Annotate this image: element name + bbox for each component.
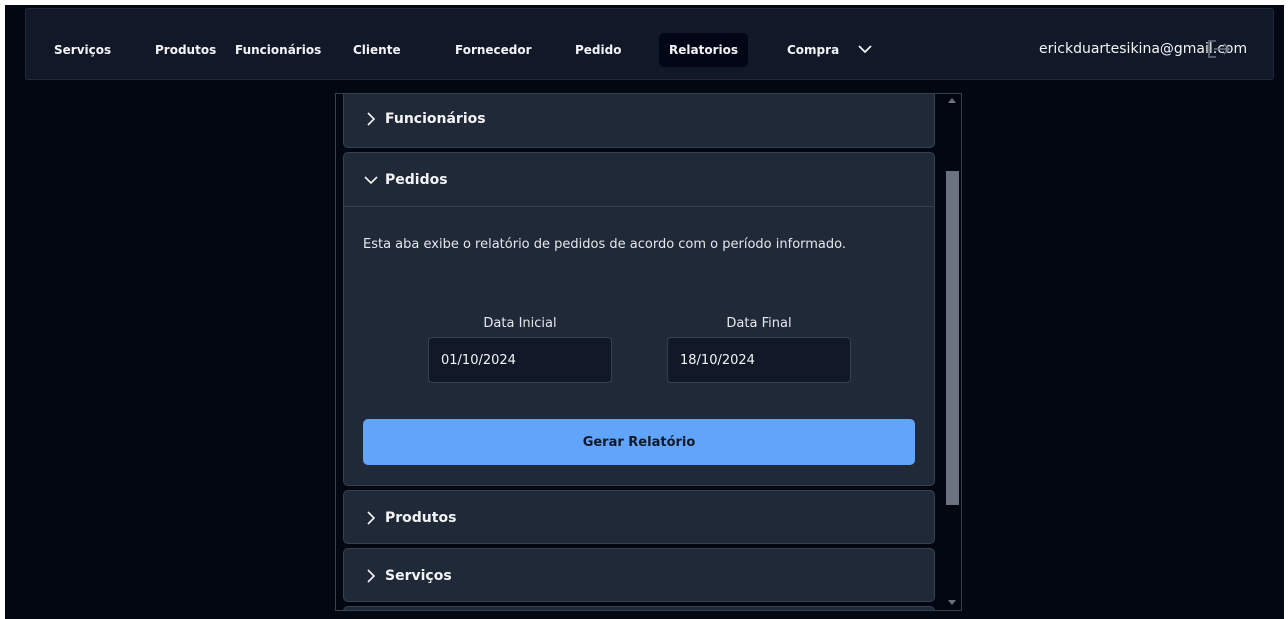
nav-item-relatorios[interactable]: Relatorios [659, 33, 748, 67]
accordion-title-funcionarios: Funcionários [385, 111, 486, 127]
accordion-title-servicos: Serviços [385, 568, 452, 584]
accordion-divider [344, 206, 934, 207]
end-date-input[interactable] [667, 337, 851, 383]
accordion-header-servicos[interactable]: Serviços [344, 549, 934, 603]
accordion-title-pedidos: Pedidos [385, 172, 448, 188]
top-navbar: Serviços Produtos Funcionários Cliente F… [25, 8, 1274, 80]
panel-scrollbar[interactable] [943, 94, 961, 610]
start-date-label: Data Inicial [483, 316, 557, 331]
accordion-header-funcionarios[interactable]: Funcionários [344, 94, 934, 146]
scroll-down-icon[interactable] [948, 600, 956, 605]
nav-item-servicos[interactable]: Serviços [54, 33, 111, 67]
chevron-down-icon [364, 176, 378, 185]
accordion-title-produtos: Produtos [385, 510, 457, 526]
accordion-pedidos: Pedidos Esta aba exibe o relatório de pe… [343, 152, 935, 486]
accordion-next [343, 606, 935, 610]
generate-report-button[interactable]: Gerar Relatório [363, 419, 915, 465]
accordion-header-pedidos[interactable]: Pedidos [344, 153, 934, 207]
accordion-funcionarios: Funcionários [343, 94, 935, 148]
reports-panel: Funcionários Pedidos Esta aba exibe o re… [335, 93, 962, 611]
logout-icon[interactable] [1206, 39, 1232, 59]
scroll-up-icon[interactable] [948, 98, 956, 103]
compra-dropdown-label: Compra [787, 43, 840, 57]
accordion-servicos: Serviços [343, 548, 935, 602]
accordion-header-produtos[interactable]: Produtos [344, 491, 934, 545]
start-date-input[interactable] [428, 337, 612, 383]
compra-dropdown[interactable]: Compra [787, 33, 872, 67]
nav-item-funcionarios[interactable]: Funcionários [235, 33, 321, 67]
chevron-right-icon [367, 511, 376, 525]
chevron-right-icon [367, 112, 376, 126]
scrollbar-thumb[interactable] [946, 171, 959, 505]
chevron-down-icon [858, 45, 872, 54]
nav-item-pedido[interactable]: Pedido [575, 33, 621, 67]
accordion-produtos: Produtos [343, 490, 935, 544]
nav-item-cliente[interactable]: Cliente [353, 33, 401, 67]
end-date-label: Data Final [726, 316, 792, 331]
app-frame: Serviços Produtos Funcionários Cliente F… [5, 5, 1284, 619]
pedidos-description: Esta aba exibe o relatório de pedidos de… [363, 237, 846, 252]
chevron-right-icon [367, 569, 376, 583]
nav-item-fornecedor[interactable]: Fornecedor [455, 33, 532, 67]
nav-item-produtos[interactable]: Produtos [155, 33, 216, 67]
